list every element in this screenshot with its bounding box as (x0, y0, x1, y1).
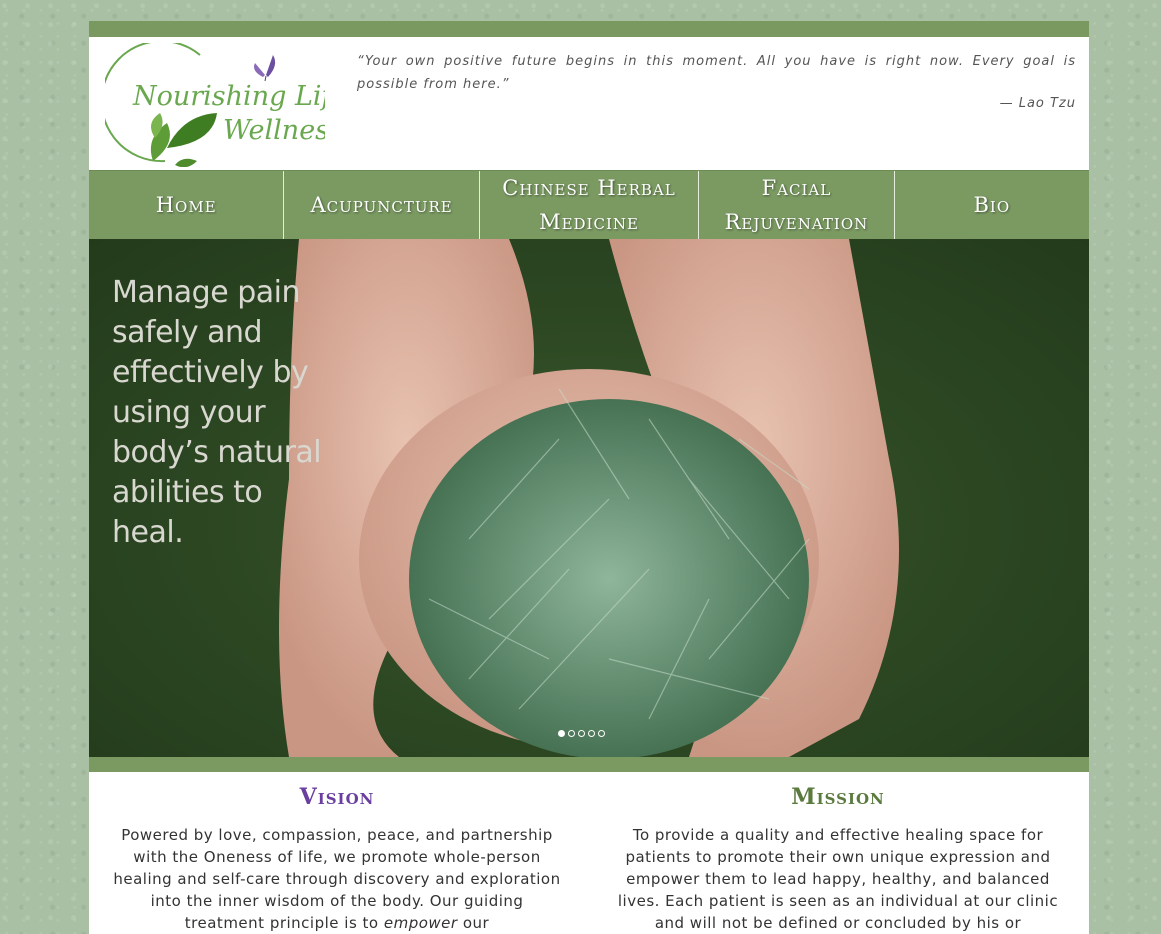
hero-bottom-bar (89, 757, 1089, 772)
nav-item-acupuncture[interactable]: Acupuncture (284, 171, 480, 239)
nav-item-bio[interactable]: Bio (895, 171, 1089, 239)
vision-section: Vision Powered by love, compassion, peac… (112, 772, 562, 934)
header-quote: “Your own positive future begins in this… (357, 54, 1076, 92)
slider-dot-1[interactable] (558, 730, 565, 737)
mission-section: Mission To provide a quality and effecti… (613, 772, 1063, 934)
slider-dot-3[interactable] (578, 730, 585, 737)
butterfly-icon (254, 55, 276, 82)
slider-dot-5[interactable] (598, 730, 605, 737)
site-header: Nourishing Life Wellness “Your own posit… (89, 37, 1089, 170)
nav-item-facial-rejuvenation[interactable]: Facial Rejuvenation (699, 171, 895, 239)
vision-text-emphasis: empower (383, 914, 458, 932)
site-logo[interactable]: Nourishing Life Wellness (100, 40, 347, 168)
nav-item-home[interactable]: Home (89, 171, 285, 239)
vision-text: Powered by love, compassion, peace, and … (112, 824, 562, 934)
slider-dot-2[interactable] (568, 730, 575, 737)
mission-text: To provide a quality and effective heali… (617, 826, 1059, 932)
hero-headline: Manage pain safely and effectively by us… (112, 275, 322, 550)
logo-graphic: Nourishing Life Wellness (100, 40, 347, 168)
hero-slider[interactable]: Manage pain safely and effectively by us… (89, 239, 1089, 757)
leaf-icon (150, 113, 217, 168)
slider-dots (558, 730, 605, 737)
svg-text:Wellness: Wellness (223, 115, 325, 146)
vision-text-part2: our (457, 914, 490, 932)
page-wrapper: Nourishing Life Wellness “Your own posit… (89, 21, 1089, 934)
vision-title: Vision (299, 784, 375, 810)
mission-title: Mission (791, 784, 885, 810)
svg-text:Nourishing Life: Nourishing Life (132, 81, 325, 112)
top-accent-bar (89, 21, 1089, 37)
slider-dot-4[interactable] (588, 730, 595, 737)
main-nav: Home Acupuncture Chinese Herbal Medicine… (89, 170, 1089, 239)
vision-text-part1: Powered by love, compassion, peace, and … (113, 826, 561, 932)
main-content: Vision Powered by love, compassion, peac… (89, 772, 1089, 934)
quote-author: — Lao Tzu (999, 96, 1076, 111)
nav-item-chinese-herbal-medicine[interactable]: Chinese Herbal Medicine (480, 171, 700, 239)
